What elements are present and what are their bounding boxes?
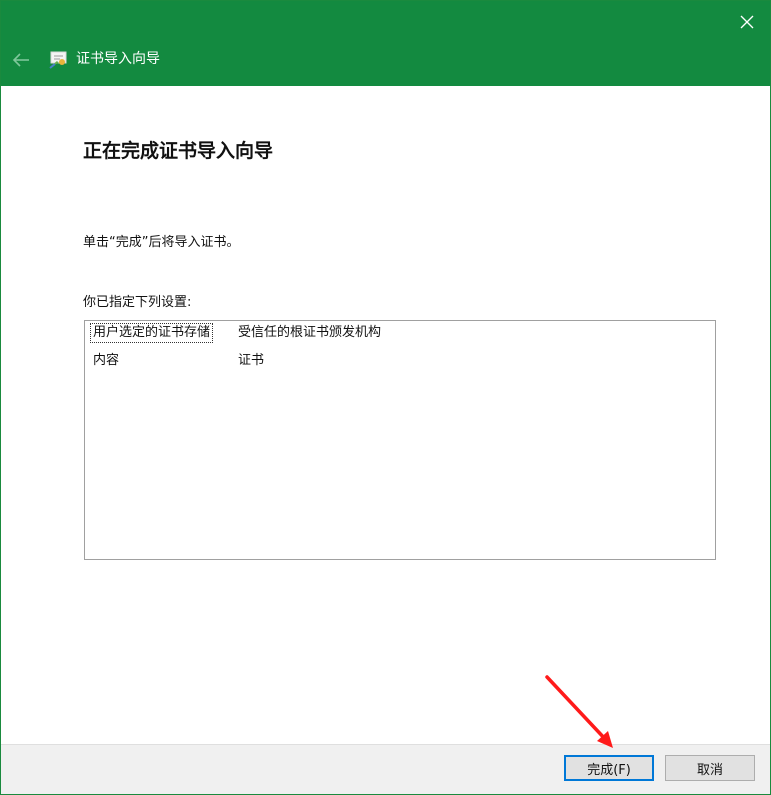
- setting-value: 受信任的根证书颁发机构: [238, 325, 382, 340]
- close-button[interactable]: [724, 1, 770, 43]
- certificate-wizard-icon: [49, 51, 67, 69]
- wizard-title: 证书导入向导: [76, 51, 160, 67]
- annotation-arrow-icon: [545, 675, 613, 748]
- settings-list[interactable]: 用户选定的证书存储 受信任的根证书颁发机构 内容 证书: [84, 320, 716, 560]
- back-arrow-icon: [12, 53, 29, 67]
- title-bar: 证书导入向导: [1, 1, 770, 86]
- setting-key: 用户选定的证书存储: [89, 323, 214, 343]
- certificate-import-wizard-window: 证书导入向导 正在完成证书导入向导 单击“完成”后将导入证书。 你已指定下列设置…: [0, 0, 771, 795]
- finish-button[interactable]: 完成(F): [564, 755, 654, 781]
- cancel-button[interactable]: 取消: [665, 755, 755, 781]
- close-icon: [740, 15, 754, 29]
- back-button[interactable]: [7, 47, 35, 73]
- page-heading: 正在完成证书导入向导: [83, 140, 274, 162]
- instruction-text: 单击“完成”后将导入证书。: [83, 235, 240, 250]
- setting-key: 内容: [93, 353, 120, 368]
- settings-row[interactable]: 内容 证书: [85, 349, 715, 373]
- settings-label: 你已指定下列设置:: [83, 295, 192, 310]
- settings-row[interactable]: 用户选定的证书存储 受信任的根证书颁发机构: [85, 321, 715, 345]
- setting-value: 证书: [238, 353, 265, 368]
- button-bar: 完成(F) 取消: [1, 744, 770, 794]
